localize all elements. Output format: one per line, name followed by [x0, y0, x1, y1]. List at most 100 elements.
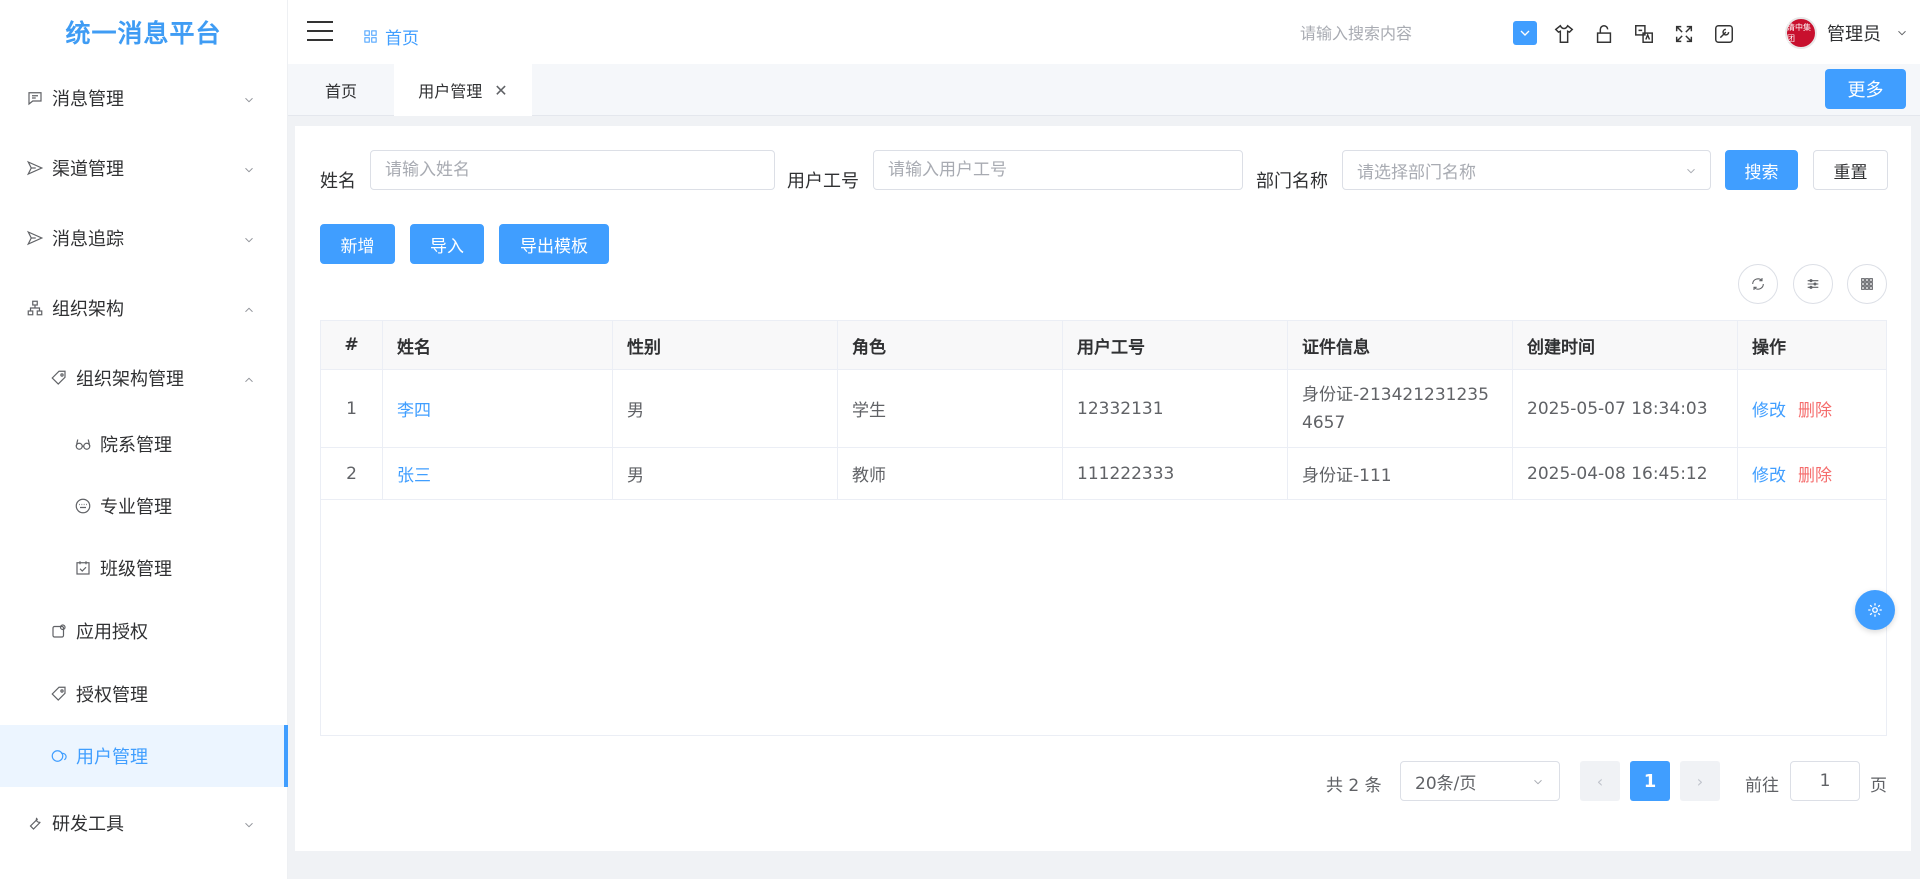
page-size-value: 20条/页 — [1415, 773, 1477, 794]
message-icon — [24, 87, 46, 109]
row-user-id: 12332131 — [1063, 370, 1288, 447]
user-name: 管理员 — [1827, 24, 1881, 45]
sidebar-item-department[interactable]: 院系管理 — [0, 413, 288, 475]
sidebar-item-label: 研发工具 — [52, 814, 124, 835]
user-menu[interactable]: 清中集团 管理员 — [1785, 17, 1909, 49]
search-button[interactable]: 搜索 — [1725, 150, 1798, 190]
chevron-down-icon — [242, 816, 256, 830]
sidebar-item-auth-manage[interactable]: 授权管理 — [0, 663, 288, 725]
col-created: 创建时间 — [1513, 321, 1738, 369]
tab-user-manage[interactable]: 用户管理 ✕ — [394, 64, 532, 116]
user-icon — [48, 745, 70, 767]
calendar-icon — [72, 557, 94, 579]
col-gender: 性别 — [613, 321, 838, 369]
header-toolbar — [1513, 21, 1737, 47]
tab-label: 用户管理 — [418, 82, 483, 101]
export-template-button[interactable]: 导出模板 — [499, 224, 609, 264]
dept-select[interactable]: 请选择部门名称 — [1342, 150, 1711, 190]
sidebar-item-dev-tools[interactable]: 研发工具 — [0, 792, 288, 854]
sidebar-item-label: 渠道管理 — [52, 159, 124, 180]
import-button[interactable]: 导入 — [410, 224, 484, 264]
prev-page-button[interactable]: ‹ — [1580, 761, 1620, 801]
page-1-button[interactable]: 1 — [1630, 761, 1670, 801]
header-search-input[interactable] — [1300, 20, 1520, 46]
breadcrumb-home[interactable]: 首页 — [385, 24, 419, 49]
delete-button[interactable]: 删除 — [1798, 396, 1832, 421]
row-cert: 身份证-111 — [1288, 448, 1513, 499]
top-header: 首页 清中集团 管理员 — [288, 0, 1920, 64]
refresh-icon — [1752, 278, 1764, 290]
sidebar-item-major[interactable]: 专业管理 — [0, 475, 288, 537]
sidebar-item-org-manage[interactable]: 组织架构管理 — [0, 347, 288, 409]
col-user-id: 用户工号 — [1063, 321, 1288, 369]
sidebar-item-label: 组织架构 — [52, 299, 124, 320]
app-logo-title: 统一消息平台 — [65, 19, 222, 48]
sidebar-item-message[interactable]: 消息管理 — [0, 67, 288, 129]
row-cert: 身份证-2134212312354657 — [1288, 370, 1513, 447]
row-actions: 修改 删除 — [1738, 370, 1886, 447]
delete-button[interactable]: 删除 — [1798, 461, 1832, 486]
sidebar-item-user-manage[interactable]: 用户管理 — [0, 725, 288, 787]
add-button[interactable]: 新增 — [320, 224, 395, 264]
chevron-up-icon — [242, 371, 256, 385]
next-page-button[interactable]: › — [1680, 761, 1720, 801]
col-cert: 证件信息 — [1288, 321, 1513, 369]
fullscreen-icon[interactable] — [1671, 21, 1697, 47]
sidebar-item-label: 用户管理 — [76, 747, 148, 768]
avatar: 清中集团 — [1785, 17, 1817, 49]
table-header: # 姓名 性别 角色 用户工号 证件信息 创建时间 操作 — [321, 321, 1886, 370]
filter-settings-button[interactable] — [1793, 264, 1833, 304]
name-input[interactable] — [370, 150, 775, 190]
user-id-input[interactable] — [873, 150, 1243, 190]
sidebar-item-tracking[interactable]: 消息追踪 — [0, 207, 288, 269]
pagination-total: 共 2 条 — [1326, 776, 1382, 796]
edit-button[interactable]: 修改 — [1752, 461, 1786, 486]
edit-button[interactable]: 修改 — [1752, 396, 1786, 421]
col-actions: 操作 — [1752, 337, 1786, 358]
table-row: 1 李四 男 学生 12332131 身份证-2134212312354657 … — [321, 370, 1886, 448]
lock-icon[interactable] — [1591, 21, 1617, 47]
col-index: # — [321, 321, 383, 369]
reset-button[interactable]: 重置 — [1813, 150, 1888, 190]
col-role: 角色 — [838, 321, 1063, 369]
sidebar: 统一消息平台 消息管理 渠道管理 消息追踪 组织架构 组织架构管理 院系管理 专… — [0, 0, 288, 879]
sidebar-item-label: 消息追踪 — [52, 229, 124, 250]
grid-icon — [364, 30, 377, 43]
row-role: 学生 — [838, 370, 1063, 447]
table-row: 2 张三 男 教师 111222333 身份证-111 2025-04-08 1… — [321, 448, 1886, 500]
breadcrumb[interactable]: 首页 — [363, 24, 419, 49]
sidebar-item-app-auth[interactable]: 应用授权 — [0, 600, 288, 662]
close-icon[interactable]: ✕ — [494, 81, 507, 100]
columns-button[interactable] — [1847, 264, 1887, 304]
col-name: 姓名 — [383, 321, 613, 369]
grid-icon — [1861, 278, 1873, 290]
send-icon — [24, 157, 46, 179]
theme-shirt-icon[interactable] — [1551, 21, 1577, 47]
dept-label: 部门名称 — [1256, 171, 1328, 192]
sidebar-item-label: 院系管理 — [100, 435, 172, 456]
row-actions: 修改 删除 — [1738, 448, 1886, 499]
user-id-label: 用户工号 — [787, 171, 859, 192]
sidebar-item-channel[interactable]: 渠道管理 — [0, 137, 288, 199]
row-name-link[interactable]: 李四 — [397, 396, 431, 421]
hamburger-menu-icon[interactable] — [307, 21, 333, 43]
settings-fab[interactable] — [1855, 590, 1895, 630]
user-table: # 姓名 性别 角色 用户工号 证件信息 创建时间 操作 1 李四 男 学生 1… — [320, 320, 1887, 736]
row-name-link[interactable]: 张三 — [397, 461, 431, 486]
chevron-down-icon — [1898, 30, 1906, 36]
more-button[interactable]: 更多 — [1825, 69, 1906, 109]
tab-label: 首页 — [324, 82, 357, 101]
tools-icon[interactable] — [1711, 21, 1737, 47]
sidebar-item-org[interactable]: 组织架构 — [0, 277, 288, 339]
page-size-select[interactable]: 20条/页 — [1400, 761, 1560, 801]
sidebar-item-class[interactable]: 班级管理 — [0, 537, 288, 599]
tab-home[interactable]: 首页 — [288, 64, 394, 116]
goto-label: 前往 — [1745, 776, 1779, 796]
row-created: 2025-04-08 16:45:12 — [1513, 448, 1738, 499]
refresh-button[interactable] — [1738, 264, 1778, 304]
language-icon[interactable] — [1631, 21, 1657, 47]
dropdown-checkbox-icon[interactable] — [1513, 21, 1537, 45]
goto-page-input[interactable] — [1790, 761, 1860, 801]
chevron-down-icon — [242, 231, 256, 245]
sidebar-item-label: 班级管理 — [100, 559, 172, 580]
